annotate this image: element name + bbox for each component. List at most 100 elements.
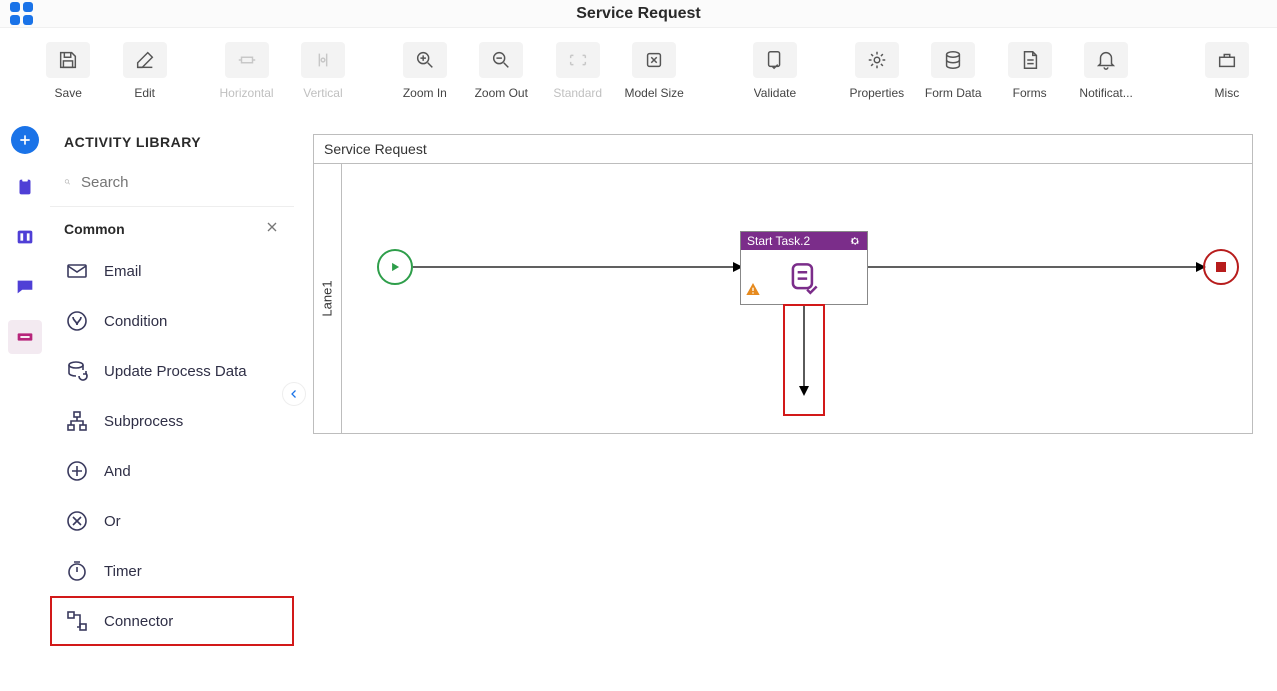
library-item-and[interactable]: And (50, 446, 294, 496)
task-node[interactable]: Start Task.2 (740, 231, 868, 305)
model-size-button[interactable]: Model Size (624, 42, 684, 100)
plus-icon (17, 132, 33, 148)
edit-icon (134, 49, 156, 71)
columns-icon (14, 226, 36, 248)
or-icon (65, 509, 89, 533)
edge-start-to-task (413, 261, 743, 275)
highlight-dangling-connector (783, 304, 825, 416)
process-icon (14, 326, 36, 348)
horizontal-label: Horizontal (220, 86, 274, 100)
library-item-email[interactable]: Email (50, 246, 294, 296)
library-item-update-process-data[interactable]: Update Process Data (50, 346, 294, 396)
library-item-subprocess[interactable]: Subprocess (50, 396, 294, 446)
zoom-out-button[interactable]: Zoom Out (471, 42, 531, 100)
save-button[interactable]: Save (38, 42, 98, 100)
pool-title: Service Request (314, 135, 1252, 164)
app-logo-icon[interactable] (10, 2, 33, 25)
library-item-or[interactable]: Or (50, 496, 294, 546)
gear-icon[interactable] (849, 235, 861, 247)
standard-button: Standard (548, 42, 608, 100)
close-icon (264, 219, 280, 235)
process-pool[interactable]: Service Request Lane1 (313, 134, 1253, 434)
zoom-in-icon (414, 49, 436, 71)
edit-label: Edit (134, 86, 155, 100)
model-size-label: Model Size (624, 86, 683, 100)
connector-icon (65, 609, 89, 633)
vertical-icon (312, 49, 334, 71)
standard-icon (567, 49, 589, 71)
zoom-in-label: Zoom In (403, 86, 447, 100)
misc-icon (1216, 49, 1238, 71)
library-item-condition[interactable]: Condition (50, 296, 294, 346)
edge-task-to-end (868, 261, 1206, 275)
lane-name: Lane1 (320, 280, 335, 316)
vertical-label: Vertical (303, 86, 342, 100)
task-icon (785, 258, 823, 296)
clipboard-icon (14, 176, 36, 198)
library-item-update-process-data-label: Update Process Data (104, 363, 247, 380)
zoom-out-label: Zoom Out (475, 86, 528, 100)
standard-label: Standard (553, 86, 602, 100)
properties-label: Properties (849, 86, 904, 100)
library-item-subprocess-label: Subprocess (104, 413, 183, 430)
notifications-button[interactable]: Notificat... (1076, 42, 1136, 100)
toolbar: Save Edit Horizontal Vertical Zoom In Zo… (0, 28, 1277, 110)
form-data-label: Form Data (925, 86, 982, 100)
collapse-section-button[interactable] (264, 219, 280, 238)
nav-process[interactable] (8, 320, 42, 354)
condition-icon (65, 309, 89, 333)
library-item-and-label: And (104, 463, 131, 480)
notifications-label: Notificat... (1079, 86, 1132, 100)
nav-columns[interactable] (8, 220, 42, 254)
properties-button[interactable]: Properties (847, 42, 907, 100)
library-search-input[interactable] (81, 174, 280, 191)
library-item-email-label: Email (104, 263, 142, 280)
validate-label: Validate (754, 86, 796, 100)
add-button[interactable] (11, 126, 39, 154)
horizontal-icon (236, 49, 258, 71)
section-common-label: Common (64, 221, 125, 237)
play-icon (388, 260, 402, 274)
nav-chat[interactable] (8, 270, 42, 304)
library-item-timer[interactable]: Timer (50, 546, 294, 596)
library-item-timer-label: Timer (104, 563, 142, 580)
subprocess-icon (65, 409, 89, 433)
forms-button[interactable]: Forms (999, 42, 1059, 100)
vertical-button: Vertical (293, 42, 353, 100)
start-event-node[interactable] (377, 249, 413, 285)
email-icon (65, 259, 89, 283)
end-event-node[interactable] (1203, 249, 1239, 285)
update-data-icon (65, 359, 89, 383)
library-item-connector[interactable]: Connector (50, 596, 294, 646)
misc-label: Misc (1215, 86, 1240, 100)
model-size-icon (643, 49, 665, 71)
misc-button[interactable]: Misc (1197, 42, 1257, 100)
form-data-icon (942, 49, 964, 71)
library-item-condition-label: Condition (104, 313, 167, 330)
validate-button[interactable]: Validate (745, 42, 805, 100)
search-icon (64, 172, 71, 192)
chat-icon (14, 276, 36, 298)
nav-clipboard[interactable] (8, 170, 42, 204)
save-label: Save (55, 86, 82, 100)
activity-library-panel: ACTIVITY LIBRARY Common Email Condition … (50, 110, 295, 681)
zoom-out-icon (490, 49, 512, 71)
page-title: Service Request (576, 5, 701, 23)
process-canvas[interactable]: Service Request Lane1 (295, 110, 1277, 681)
forms-icon (1019, 49, 1041, 71)
edit-button[interactable]: Edit (114, 42, 174, 100)
library-item-or-label: Or (104, 513, 121, 530)
validate-icon (764, 49, 786, 71)
lane-label: Lane1 (314, 164, 342, 433)
library-item-connector-label: Connector (104, 613, 173, 630)
properties-icon (866, 49, 888, 71)
warning-icon (745, 281, 761, 300)
and-icon (65, 459, 89, 483)
timer-icon (65, 559, 89, 583)
form-data-button[interactable]: Form Data (923, 42, 983, 100)
stop-icon (1216, 262, 1226, 272)
task-title: Start Task.2 (747, 234, 810, 248)
notifications-icon (1095, 49, 1117, 71)
zoom-in-button[interactable]: Zoom In (395, 42, 455, 100)
library-title: ACTIVITY LIBRARY (50, 134, 294, 166)
